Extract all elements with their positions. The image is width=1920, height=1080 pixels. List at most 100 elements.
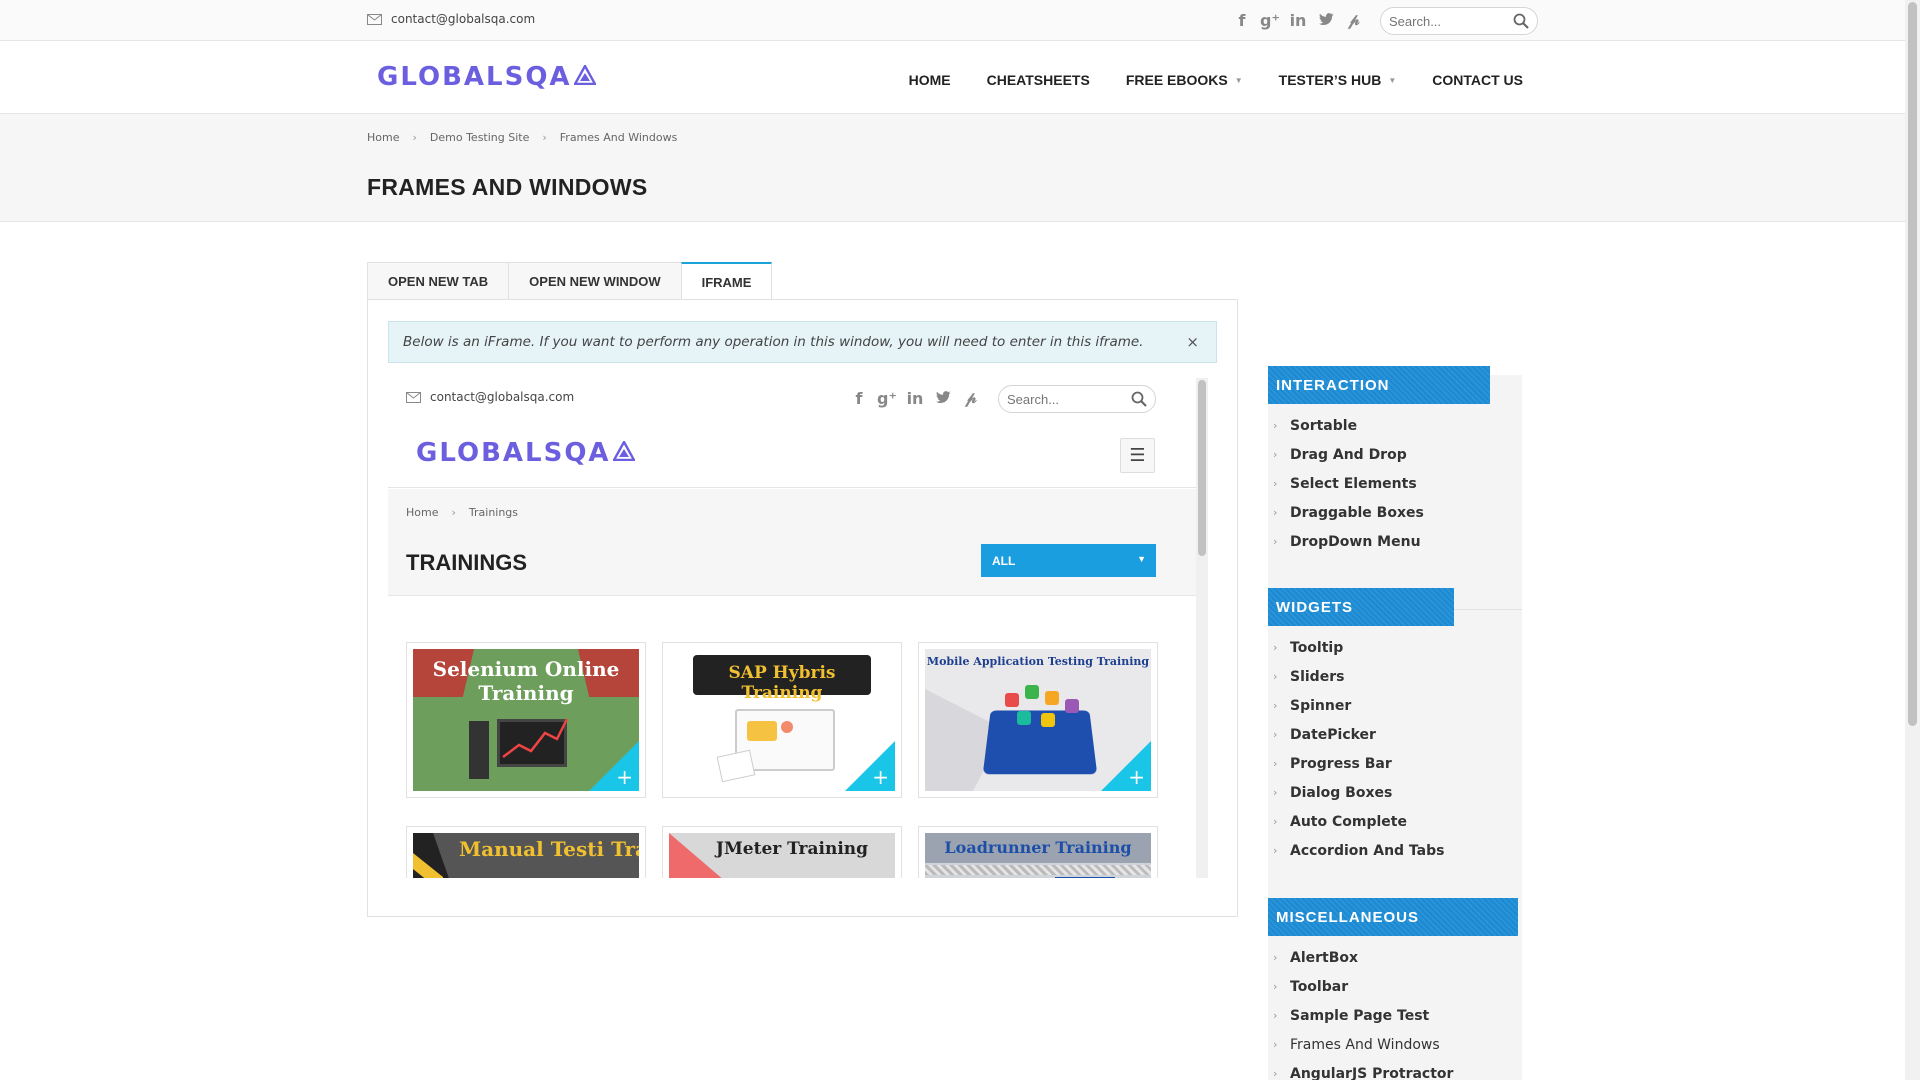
sidebar-item-angularjs-protractor-practice[interactable]: ›AngularJS Protractor Practice [1273,1066,1522,1080]
social-links: f g⁺ in 𝓅 [1228,10,1368,30]
iframe-search-input[interactable] [1007,391,1127,407]
nav-free-ebooks[interactable]: FREE EBOOKS ▼ [1126,72,1243,88]
sidebar-item-frames-and-windows[interactable]: › Frames And Windows [1273,1037,1440,1053]
breadcrumb-home[interactable]: Home [367,131,399,144]
plus-icon[interactable]: + [616,765,633,789]
alert-text: Below is an iFrame. If you want to perfo… [403,334,1144,350]
close-icon[interactable]: × [1186,333,1199,351]
linkedin-icon[interactable]: in [1284,11,1312,30]
chevron-down-icon: ▼ [1234,75,1243,85]
page-scrollbar-thumb[interactable] [1908,2,1917,726]
sidebar-item-draggable-boxes[interactable]: › Draggable Boxes [1273,505,1424,521]
sidebar-item-auto-complete[interactable]: › Auto Complete [1273,814,1407,830]
tab-open-new-window[interactable]: OPEN NEW WINDOW [508,262,682,300]
chevron-right-icon: › [1273,1067,1278,1080]
training-card-loadrunner[interactable]: Loadrunner Training [918,826,1158,878]
chevron-right-icon: › [451,506,456,519]
sidebar-item-sliders[interactable]: › Sliders [1273,669,1344,685]
nav-home[interactable]: HOME [909,72,951,88]
facebook-icon[interactable]: f [845,389,873,408]
pinterest-icon[interactable]: 𝓅 [1340,10,1368,30]
training-card-mobile-testing[interactable]: Mobile Application Testing Training + [918,642,1158,798]
tab-iframe[interactable]: IFRAME [680,262,773,300]
nav-contact-us[interactable]: CONTACT US [1432,72,1523,88]
training-card-manual-testing[interactable]: Manual Testi Training [406,826,646,878]
pinterest-icon[interactable]: 𝓅 [957,388,985,408]
nav-testers-hub[interactable]: TESTER’S HUB ▼ [1279,72,1397,88]
chevron-right-icon: › [542,131,547,144]
chevron-right-icon: › [1273,448,1278,461]
training-card-selenium[interactable]: Selenium Online Training + [406,642,646,798]
sidebar-item-progress-bar[interactable]: › Progress Bar [1273,756,1392,772]
chevron-right-icon: › [1273,757,1278,770]
chevron-right-icon: › [1273,506,1278,519]
card-label: SAP Hybris Training [728,663,836,703]
card-label: JMeter Training [715,839,869,859]
training-card-sap-hybris[interactable]: SAP Hybris Training + [662,642,902,798]
embedded-iframe[interactable]: contact@globalsqa.com f g⁺ in 𝓅 GLOBALS [388,378,1213,878]
hamburger-menu-icon[interactable]: ☰ [1120,438,1155,473]
training-filter-dropdown[interactable]: ALL ▼ [981,544,1156,577]
logo-triangle-icon [611,438,636,468]
sidebar-heading-miscellaneous: MISCELLANEOUS [1268,898,1518,936]
page-scrollbar[interactable] [1905,0,1920,1080]
site-logo[interactable]: GLOBALSQA [377,62,597,92]
chevron-right-icon: › [1273,1038,1278,1051]
plus-icon[interactable]: + [1128,765,1145,789]
google-plus-icon[interactable]: g⁺ [1256,11,1284,30]
sidebar-heading-widgets: WIDGETS [1268,588,1454,626]
chevron-right-icon: › [1273,699,1278,712]
sidebar-item-dropdown-menu[interactable]: › DropDown Menu [1273,534,1421,550]
chevron-right-icon: › [1273,419,1278,432]
card-label: Selenium Online Training [432,657,620,705]
iframe-scrollbar[interactable] [1196,378,1208,878]
iframe-contact-email[interactable]: contact@globalsqa.com [406,390,574,404]
iframe-scrollbar-thumb[interactable] [1198,380,1206,556]
plus-icon[interactable]: + [872,765,889,789]
sidebar-item-drag-and-drop[interactable]: › Drag And Drop [1273,447,1407,463]
sidebar-item-spinner[interactable]: › Spinner [1273,698,1351,714]
twitter-icon[interactable] [1312,11,1340,30]
sap-hybris-training-image: SAP Hybris Training + [669,649,895,791]
iframe-site-logo[interactable]: GLOBALSQA [416,438,636,468]
sidebar-item-sample-page-test[interactable]: › Sample Page Test [1273,1008,1429,1024]
iframe-breadcrumb-current: Trainings [468,506,519,519]
iframe-social-links: f g⁺ in 𝓅 [845,388,985,408]
training-card-jmeter[interactable]: JMeter Training [662,826,902,878]
search-icon[interactable] [1131,391,1147,411]
top-search-input[interactable] [1389,13,1509,29]
sidebar-item-alertbox[interactable]: › AlertBox [1273,950,1358,966]
tab-open-new-tab[interactable]: OPEN NEW TAB [367,262,510,300]
main-nav: HOME CHEATSHEETS FREE EBOOKS ▼ TESTER’S H… [873,72,1523,88]
chevron-right-icon: › [1273,477,1278,490]
google-plus-icon[interactable]: g⁺ [873,389,901,408]
manual-testing-training-image: Manual Testi Training [413,833,639,878]
search-icon[interactable] [1513,13,1529,33]
iframe-top-bar: contact@globalsqa.com f g⁺ in 𝓅 [388,378,1196,418]
contact-email[interactable]: contact@globalsqa.com [367,12,535,26]
page-title-band: Home › Demo Testing Site › Frames And Wi… [0,114,1905,222]
chevron-right-icon: › [1273,951,1278,964]
sidebar-item-dialog-boxes[interactable]: › Dialog Boxes [1273,785,1392,801]
sidebar-item-accordion-and-tabs[interactable]: › Accordion And Tabs [1273,843,1444,859]
sidebar-heading-interaction: INTERACTION [1268,366,1490,404]
facebook-icon[interactable]: f [1228,11,1256,30]
breadcrumb-current: Frames And Windows [559,131,678,144]
nav-cheatsheets[interactable]: CHEATSHEETS [987,72,1090,88]
iframe-title-band: Home › Trainings TRAININGS ALL ▼ [388,489,1196,596]
sidebar-item-toolbar[interactable]: › Toolbar [1273,979,1348,995]
iframe-breadcrumb-home[interactable]: Home [406,506,438,519]
breadcrumb-demo-testing-site[interactable]: Demo Testing Site [430,131,529,144]
linkedin-icon[interactable]: in [901,389,929,408]
sidebar-item-datepicker[interactable]: › DatePicker [1273,727,1376,743]
twitter-icon[interactable] [929,389,957,408]
chevron-right-icon: › [1273,1009,1278,1022]
chevron-right-icon: › [412,131,417,144]
sidebar-item-sortable[interactable]: › Sortable [1273,418,1357,434]
iframe-logo-text: GLOBALSQA [416,438,611,468]
iframe-breadcrumb: Home › Trainings [406,506,518,519]
chevron-right-icon: › [1273,980,1278,993]
sidebar-item-tooltip[interactable]: › Tooltip [1273,640,1343,656]
selenium-training-image: Selenium Online Training + [413,649,639,791]
sidebar-item-select-elements[interactable]: › Select Elements [1273,476,1417,492]
